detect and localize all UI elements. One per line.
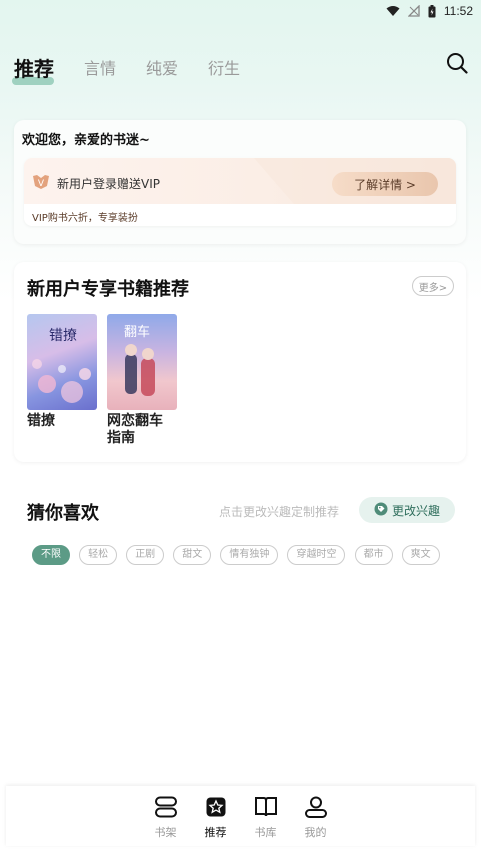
book-cover: 翻车 [107, 314, 177, 410]
chip-power-fantasy[interactable]: 爽文 [401, 545, 440, 565]
welcome-title: 欢迎您，亲爱的书迷~ [22, 133, 150, 148]
change-interest-label: 更改兴趣 [391, 503, 440, 518]
chip-devoted[interactable]: 情有独钟 [220, 545, 279, 565]
svg-text:V: V [38, 179, 45, 189]
book-item[interactable]: 翻车 网恋翻车指南 [107, 314, 177, 447]
section-title-new-user-books: 新用户专享书籍推荐 [27, 279, 189, 300]
tab-pure-love[interactable]: 纯爱 [146, 55, 178, 79]
nav-label: 书库 [254, 826, 277, 839]
section-title-guess: 猜你喜欢 [27, 503, 99, 524]
chip-time-travel[interactable]: 穿越时空 [287, 545, 346, 565]
vip-text: 新用户登录赠送VIP [57, 177, 160, 191]
chip-drama[interactable]: 正剧 [126, 545, 165, 565]
vip-crown-icon: V [32, 174, 50, 194]
tab-romance[interactable]: 言情 [84, 55, 116, 79]
book-item[interactable]: 错撩 错撩 [27, 314, 97, 430]
tag-icon [374, 502, 388, 519]
nav-label: 推荐 [204, 826, 227, 839]
nav-item-bookshelf[interactable]: 书架 [151, 786, 181, 846]
chip-unlimited[interactable]: 不限 [32, 545, 70, 565]
interest-chips: 不限 轻松 正剧 甜文 情有独钟 穿越时空 都市 爽文 [32, 545, 464, 567]
battery-icon [428, 4, 436, 18]
status-time: 11:52 [443, 4, 473, 18]
vip-promo[interactable]: V 新用户登录赠送VIP 了解详情 > VIP购书六折，专享装扮 [24, 158, 456, 226]
nav-label: 书架 [154, 826, 177, 839]
profile-icon [304, 796, 328, 822]
svg-text:翻车: 翻车 [124, 324, 150, 340]
svg-text:错撩: 错撩 [49, 327, 77, 344]
bookshelf-icon [154, 796, 178, 822]
nav-item-library[interactable]: 书库 [251, 786, 281, 846]
search-icon[interactable] [446, 52, 468, 78]
nav-label: 我的 [304, 826, 327, 839]
book-cover: 错撩 [27, 314, 97, 410]
chip-urban[interactable]: 都市 [354, 545, 393, 565]
nav-item-profile[interactable]: 我的 [301, 786, 331, 846]
bottom-nav: 书架 推荐 书库 我的 [6, 786, 475, 846]
welcome-card: 欢迎您，亲爱的书迷~ V 新用户登录赠送VIP 了解详情 > VIP购书六折，专… [14, 120, 466, 244]
chip-relaxed[interactable]: 轻松 [79, 545, 118, 565]
tab-recommend[interactable]: 推荐 [12, 53, 54, 85]
top-tabs: 推荐 言情 纯爱 衍生 [12, 50, 474, 85]
tab-derivative[interactable]: 衍生 [208, 55, 240, 79]
nav-item-recommend[interactable]: 推荐 [201, 786, 231, 846]
vip-subtitle: VIP购书六折，专享装扮 [32, 213, 138, 224]
book-title: 错撩 [27, 413, 55, 429]
chip-sweet[interactable]: 甜文 [173, 545, 212, 565]
book-title: 网恋翻车指南 [107, 413, 163, 446]
recommend-icon [205, 796, 227, 822]
vip-details-button[interactable]: 了解详情 > [332, 172, 438, 196]
new-user-books-card: 新用户专享书籍推荐 更多> 错撩 错撩 翻车 网恋翻车指南 [14, 262, 466, 462]
library-icon [254, 796, 278, 822]
wifi-icon [386, 5, 400, 17]
status-bar: 11:52 [0, 0, 481, 22]
change-interest-button[interactable]: 更改兴趣 [359, 497, 455, 523]
guess-hint: 点击更改兴趣定制推荐 [219, 505, 340, 519]
signal-icon [407, 5, 420, 17]
more-button[interactable]: 更多> [412, 276, 454, 296]
